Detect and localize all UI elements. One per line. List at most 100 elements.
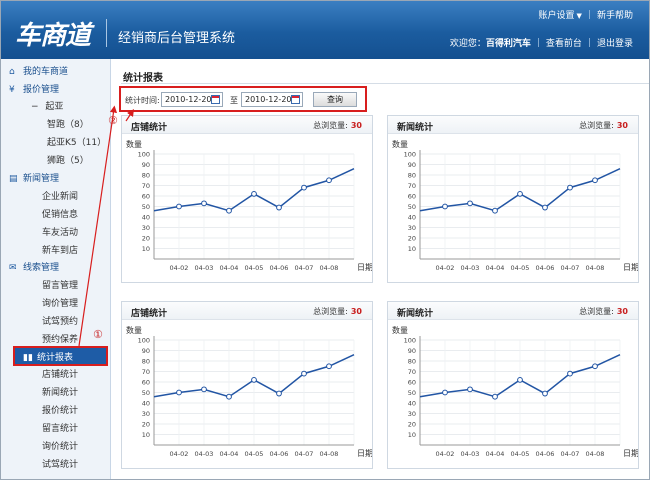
y-tick-label: 50 xyxy=(142,203,150,211)
total-views: 总浏览量: 30 xyxy=(313,307,362,316)
data-point xyxy=(467,386,473,393)
y-tick-label: 20 xyxy=(142,421,150,429)
data-point xyxy=(251,191,257,197)
filter-label: 统计时间: xyxy=(125,96,160,105)
data-point xyxy=(301,370,307,377)
y-tick-label: 10 xyxy=(408,431,416,439)
top-header: 车商道 经销商后台管理系统 账户设置 ▼ | 新手帮助 欢迎您：百得利汽车 | 查… xyxy=(1,1,649,59)
sidebar-item-leads[interactable]: 询价管理 xyxy=(1,296,110,313)
account-settings-link[interactable]: 账户设置 ▼ xyxy=(539,8,582,21)
sidebar-item-news[interactable]: 新车到店 xyxy=(1,243,110,260)
x-tick-label: 04-08 xyxy=(320,264,339,272)
data-point xyxy=(326,177,332,184)
panel-title: 店铺统计 xyxy=(131,309,168,319)
annotation-marker-2: ② xyxy=(108,114,118,127)
x-tick-label: 04-04 xyxy=(486,450,505,458)
sidebar-model-item[interactable]: 智跑（8） xyxy=(1,117,110,134)
y-tick-label: 70 xyxy=(142,182,150,190)
sidebar: ⌂ 我的车商道 ¥ 报价管理 − 起亚 智跑（8） 起亚K5（11） 狮跑（5） ▤… xyxy=(1,59,111,479)
y-tick-label: 60 xyxy=(408,193,416,201)
calendar-icon[interactable] xyxy=(291,95,300,104)
x-tick-label: 04-07 xyxy=(561,264,580,272)
logout-link[interactable]: 退出登录 xyxy=(597,36,633,49)
data-point xyxy=(176,389,182,396)
y-tick-label: 70 xyxy=(408,368,416,376)
range-separator: 至 xyxy=(230,96,238,105)
y-tick-label: 90 xyxy=(142,161,150,169)
y-axis-label: 数量 xyxy=(126,139,142,149)
top-links: 账户设置 ▼ | 新手帮助 xyxy=(539,8,633,22)
total-views-value: 30 xyxy=(350,307,362,316)
data-point xyxy=(517,191,523,197)
sidebar-item-stats[interactable]: 店铺统计 xyxy=(1,367,110,384)
panel-header: 店铺统计 总浏览量: 30 xyxy=(122,116,372,134)
x-tick-label: 04-05 xyxy=(511,450,530,458)
panel-title: 新闻统计 xyxy=(397,123,434,133)
sidebar-model-item[interactable]: 狮跑（5） xyxy=(1,153,110,170)
y-axis-label: 数量 xyxy=(392,139,408,149)
panel-header: 新闻统计 总浏览量: 30 xyxy=(388,116,638,134)
x-axis-label: 日期 xyxy=(623,449,638,458)
view-frontend-link[interactable]: 查看前台 xyxy=(546,36,582,49)
sidebar-item-statistics-active[interactable]: ▮▮ 统计报表 xyxy=(13,346,108,366)
sidebar-item-stats[interactable]: 询价统计 xyxy=(1,439,110,456)
header-divider xyxy=(106,19,107,47)
data-point xyxy=(326,363,332,370)
home-icon: ⌂ xyxy=(9,67,15,77)
x-tick-label: 04-04 xyxy=(220,264,239,272)
sidebar-section-leads[interactable]: ✉ 线索管理 xyxy=(1,260,110,277)
sidebar-section-home[interactable]: ⌂ 我的车商道 xyxy=(1,64,110,81)
y-tick-label: 80 xyxy=(408,172,416,180)
data-point xyxy=(301,184,307,191)
sidebar-item-stats[interactable]: 报价统计 xyxy=(1,403,110,420)
data-point xyxy=(517,377,523,383)
sidebar-item-news[interactable]: 企业新闻 xyxy=(1,189,110,206)
sidebar-item-news[interactable]: 促销信息 xyxy=(1,207,110,224)
chat-icon: ✉ xyxy=(9,263,17,273)
page-title: 统计报表 xyxy=(123,73,163,84)
x-tick-label: 04-07 xyxy=(295,264,314,272)
sidebar-item-stats[interactable]: 试驾统计 xyxy=(1,457,110,474)
sidebar-section-price[interactable]: ¥ 报价管理 xyxy=(1,82,110,99)
data-point xyxy=(201,386,207,393)
panel-header: 店铺统计 总浏览量: 30 xyxy=(122,302,372,320)
sidebar-item-leads[interactable]: 留言管理 xyxy=(1,278,110,295)
end-date-input[interactable]: 2010-12-20 xyxy=(241,92,303,107)
x-tick-label: 04-02 xyxy=(436,264,455,272)
y-tick-label: 100 xyxy=(404,151,416,159)
calendar-icon[interactable] xyxy=(211,95,220,104)
x-tick-label: 04-05 xyxy=(245,264,264,272)
annotation-marker-1: ① xyxy=(93,328,103,341)
data-point xyxy=(201,200,207,207)
data-point xyxy=(492,207,498,214)
y-axis-label: 数量 xyxy=(126,325,142,335)
x-tick-label: 04-03 xyxy=(461,450,480,458)
sidebar-brand-kia[interactable]: − 起亚 xyxy=(1,99,110,116)
sidebar-section-news[interactable]: ▤ 新闻管理 xyxy=(1,171,110,188)
y-tick-label: 80 xyxy=(408,358,416,366)
x-tick-label: 04-08 xyxy=(586,264,605,272)
x-tick-label: 04-07 xyxy=(295,450,314,458)
sidebar-model-item[interactable]: 起亚K5（11） xyxy=(1,135,110,152)
sidebar-item-news[interactable]: 车友活动 xyxy=(1,225,110,242)
sidebar-item-stats[interactable]: 新闻统计 xyxy=(1,385,110,402)
collapse-toggle-icon[interactable]: − xyxy=(31,102,39,112)
sidebar-item-stats[interactable]: 留言统计 xyxy=(1,421,110,438)
y-tick-label: 40 xyxy=(408,400,416,408)
data-point xyxy=(542,390,548,397)
query-button[interactable]: 查询 xyxy=(313,92,357,107)
x-tick-label: 04-04 xyxy=(220,450,239,458)
data-point xyxy=(567,370,573,377)
link-separator: | xyxy=(536,37,540,48)
brand-logo[interactable]: 车商道 xyxy=(15,15,91,52)
total-views-value: 30 xyxy=(616,121,628,130)
help-link[interactable]: 新手帮助 xyxy=(597,8,633,21)
start-date-input[interactable]: 2010-12-20 xyxy=(161,92,223,107)
y-tick-label: 10 xyxy=(408,245,416,253)
x-axis-label: 日期 xyxy=(357,263,372,272)
line-chart: 数量 10 20 30 40 50 60 70 80 90 100 04-02 04-03 04-04 04… xyxy=(392,325,638,458)
data-point xyxy=(276,204,282,211)
x-tick-label: 04-06 xyxy=(536,450,555,458)
y-tick-label: 70 xyxy=(408,182,416,190)
x-tick-label: 04-03 xyxy=(461,264,480,272)
